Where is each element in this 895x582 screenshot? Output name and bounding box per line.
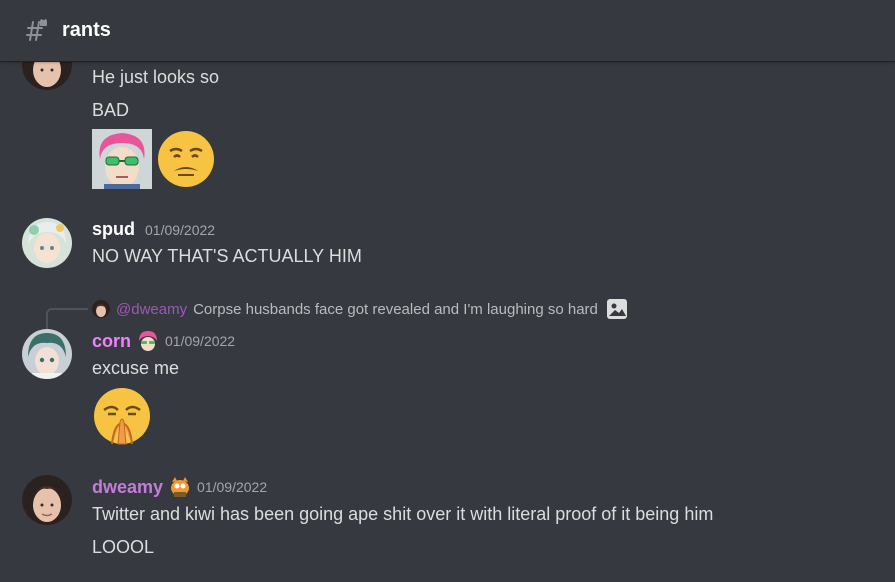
channel-name: rants xyxy=(62,19,111,41)
author-name[interactable]: corn xyxy=(92,331,131,352)
reply-mention[interactable]: @dweamy xyxy=(116,301,187,318)
message-text: He just looks so xyxy=(92,67,220,87)
channel-header: rants xyxy=(0,0,895,62)
message-text: BAD xyxy=(92,100,130,120)
disgusted-face-emoji[interactable] xyxy=(156,129,216,189)
saiki-badge-icon xyxy=(137,330,159,352)
timestamp: 01/09/2022 xyxy=(165,333,236,349)
reply-avatar xyxy=(92,300,110,318)
message-text: NO WAY THAT'S ACTUALLY HIM xyxy=(92,246,362,266)
locked-hashtag-icon xyxy=(24,15,48,43)
message-text: LOOOL xyxy=(92,537,155,557)
avatar[interactable] xyxy=(22,218,72,268)
saiki-emoji[interactable] xyxy=(92,129,152,189)
timestamp: 01/09/2022 xyxy=(197,479,268,495)
avatar[interactable] xyxy=(22,475,72,525)
garfield-badge-icon xyxy=(169,476,191,498)
avatar[interactable] xyxy=(22,62,72,90)
reply-text: Corpse husbands face got revealed and I'… xyxy=(193,300,598,318)
avatar[interactable] xyxy=(22,329,72,379)
author-name[interactable]: dweamy xyxy=(92,477,163,498)
image-icon xyxy=(606,298,628,320)
reply-preview[interactable]: @dweamy Corpse husbands face got reveale… xyxy=(92,298,628,320)
timestamp: 01/09/2022 xyxy=(145,221,216,238)
message-list: He just looks so BAD spud 01/09/2022 NO … xyxy=(0,62,895,582)
message-text: excuse me xyxy=(92,358,180,378)
message-text: Twitter and kiwi has been going ape shit… xyxy=(92,504,714,524)
praying-face-emoji[interactable] xyxy=(92,386,152,446)
author-name[interactable]: spud xyxy=(92,219,135,240)
